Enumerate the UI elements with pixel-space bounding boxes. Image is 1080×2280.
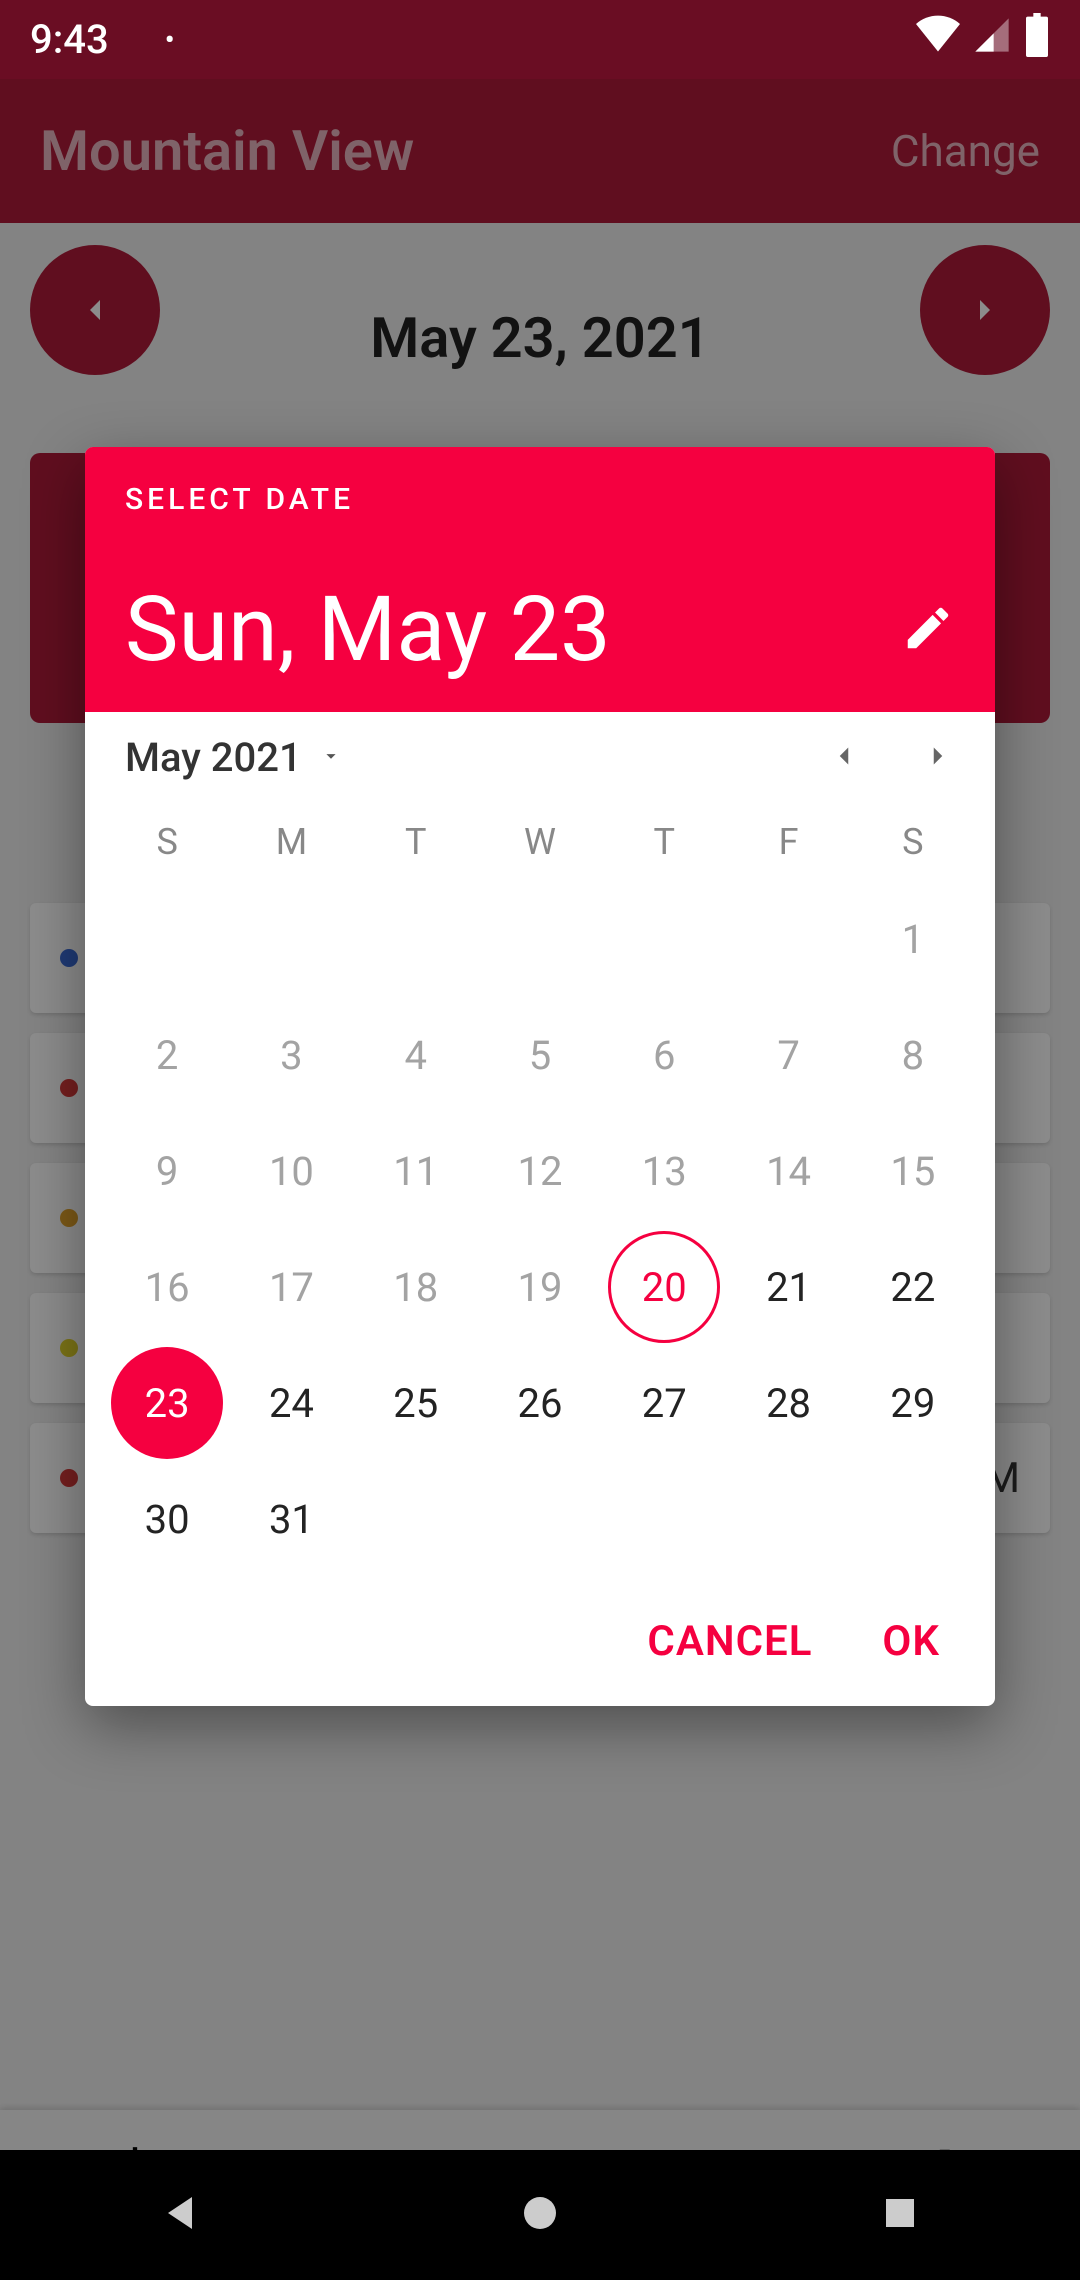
calendar-empty-cell — [229, 881, 353, 997]
selected-date-label: Sun, May 23 — [125, 577, 611, 682]
dropdown-icon — [320, 745, 342, 771]
calendar-day[interactable]: 31 — [229, 1461, 353, 1577]
dialog-header: SELECT DATE Sun, May 23 — [85, 447, 995, 712]
status-time: 9:43 — [30, 16, 109, 63]
calendar-day[interactable]: 30 — [105, 1461, 229, 1577]
status-bar: 9:43 • — [0, 0, 1080, 79]
ok-button[interactable]: OK — [882, 1617, 940, 1666]
weekday-header: F — [726, 803, 850, 881]
calendar-day[interactable]: 14 — [726, 1113, 850, 1229]
calendar-day[interactable]: 25 — [354, 1345, 478, 1461]
recents-button[interactable] — [876, 2189, 924, 2241]
battery-icon — [1024, 13, 1050, 67]
calendar-empty-cell — [105, 881, 229, 997]
calendar-day[interactable]: 1 — [851, 881, 975, 997]
status-dot-icon: • — [165, 23, 175, 56]
back-button[interactable] — [156, 2189, 204, 2241]
calendar-day[interactable]: 28 — [726, 1345, 850, 1461]
prev-month-button[interactable] — [827, 739, 861, 777]
weekday-header: S — [851, 803, 975, 881]
date-picker-dialog: SELECT DATE Sun, May 23 May 2021 — [85, 447, 995, 1706]
calendar-day[interactable]: 3 — [229, 997, 353, 1113]
calendar-day[interactable]: 21 — [726, 1229, 850, 1345]
calendar-empty-cell — [354, 881, 478, 997]
calendar-day[interactable]: 6 — [602, 997, 726, 1113]
calendar-day[interactable]: 13 — [602, 1113, 726, 1229]
calendar-day[interactable]: 19 — [478, 1229, 602, 1345]
next-month-button[interactable] — [921, 739, 955, 777]
dialog-title: SELECT DATE — [125, 482, 955, 517]
calendar-day[interactable]: 4 — [354, 997, 478, 1113]
home-button[interactable] — [516, 2189, 564, 2241]
weekday-header: M — [229, 803, 353, 881]
calendar-grid: SMTWTFS 12345678910111213141516171819202… — [85, 803, 995, 1587]
calendar-empty-cell — [726, 881, 850, 997]
weekday-header: W — [478, 803, 602, 881]
calendar-day[interactable]: 9 — [105, 1113, 229, 1229]
calendar-day[interactable]: 23 — [105, 1345, 229, 1461]
calendar-day[interactable]: 10 — [229, 1113, 353, 1229]
weekday-header: T — [354, 803, 478, 881]
calendar-day[interactable]: 24 — [229, 1345, 353, 1461]
calendar-day[interactable]: 29 — [851, 1345, 975, 1461]
dialog-actions: CANCEL OK — [85, 1587, 995, 1706]
signal-icon — [972, 15, 1012, 65]
calendar-day[interactable]: 18 — [354, 1229, 478, 1345]
calendar-day[interactable]: 27 — [602, 1345, 726, 1461]
calendar-day[interactable]: 5 — [478, 997, 602, 1113]
system-nav-bar — [0, 2150, 1080, 2280]
calendar-day[interactable]: 20 — [602, 1229, 726, 1345]
wifi-icon — [916, 13, 960, 67]
edit-date-button[interactable] — [901, 601, 955, 659]
cancel-button[interactable]: CANCEL — [647, 1617, 812, 1666]
calendar-day[interactable]: 16 — [105, 1229, 229, 1345]
calendar-day[interactable]: 11 — [354, 1113, 478, 1229]
calendar-empty-cell — [602, 881, 726, 997]
calendar-day[interactable]: 17 — [229, 1229, 353, 1345]
month-year-button[interactable]: May 2021 — [125, 734, 302, 781]
calendar-day[interactable]: 7 — [726, 997, 850, 1113]
calendar-day[interactable]: 12 — [478, 1113, 602, 1229]
calendar-day[interactable]: 8 — [851, 997, 975, 1113]
calendar-day[interactable]: 2 — [105, 997, 229, 1113]
calendar-day[interactable]: 22 — [851, 1229, 975, 1345]
weekday-header: T — [602, 803, 726, 881]
calendar-empty-cell — [478, 881, 602, 997]
month-selector-row: May 2021 — [85, 712, 995, 803]
weekday-header: S — [105, 803, 229, 881]
calendar-day[interactable]: 26 — [478, 1345, 602, 1461]
calendar-day[interactable]: 15 — [851, 1113, 975, 1229]
